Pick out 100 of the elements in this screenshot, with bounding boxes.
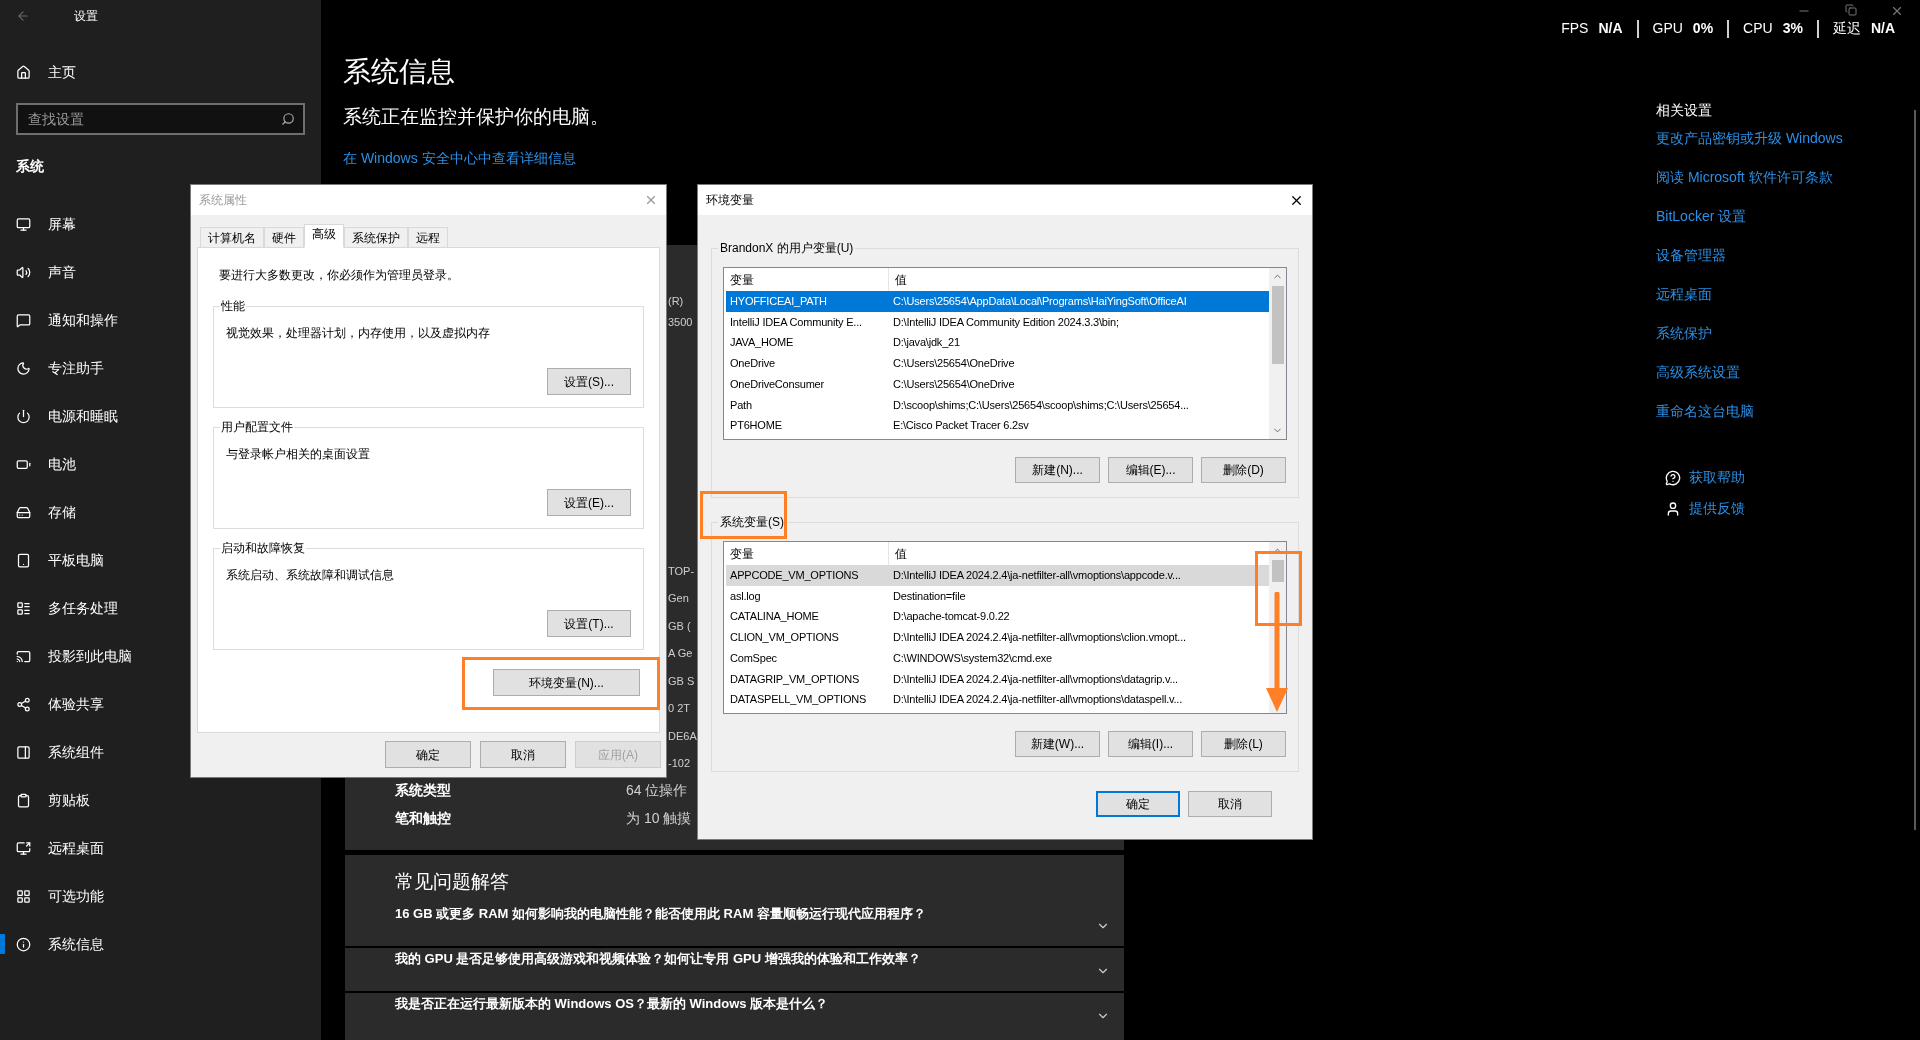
related-link[interactable]: 远程桌面 [1656,284,1712,305]
sidebar-item[interactable]: 多任务处理 [0,584,321,632]
metric-label: 延迟 [1832,19,1861,38]
variable-row[interactable]: JAVA_HOME D:\java\jdk_21 [726,332,1269,354]
info-icon [16,936,31,952]
variable-row[interactable]: DATASPELL_VM_OPTIONS D:\IntelliJ IDEA 2024.2.4\ja-netfilter-all\vmoptions\dataspell.v... [726,689,1269,710]
variable-row[interactable]: ComSpec C:\WINDOWS\system32\cmd.exe [726,647,1269,669]
variable-row[interactable]: HYOFFICEAI_PATH C:\Users\25654\AppData\Local\Programs\HaiYingSoft\OfficeAI [726,291,1269,312]
dialog-button[interactable]: 设置(T)... [547,610,631,637]
spec-value: 为 10 触摸 [626,808,692,828]
restore-icon[interactable] [1845,4,1857,16]
variable-row[interactable]: asl.log Destination=file [726,585,1269,607]
variable-row[interactable]: DATAGRIP_VM_OPTIONS D:\IntelliJ IDEA 2024.2.4\ja-netfilter-all\vmoptions\datagrip.v... [726,668,1269,690]
column-header[interactable]: 值 [889,542,1269,565]
dialog-button[interactable]: 删除(L) [1201,731,1286,757]
variable-row[interactable]: IntelliJ IDEA Community E... D:\IntelliJ IDEA Community Edition 2024.3.3\bin; [726,311,1269,333]
variable-row[interactable]: Path D:\scoop\shims;C:\Users\25654\scoop\shims;C:\Users\25654... [726,394,1269,416]
dialog-button[interactable]: 确定 [385,741,471,768]
drive-icon [16,504,31,520]
dialog-button[interactable]: 编辑(I)... [1108,731,1193,757]
spec-label: 笔和触控 [395,808,452,828]
clipped-value: Gen [668,591,689,606]
section-heading: 系统 [16,156,45,176]
clipped-value: GB ( [668,618,691,634]
sidebar-item[interactable]: 剪贴板 [0,776,321,824]
scrollbar[interactable] [1914,110,1916,830]
dialog-button[interactable]: 取消 [480,741,566,768]
search-field[interactable]: 查找设置 [16,103,305,135]
scroll-thumb[interactable] [1271,286,1284,364]
share-icon [16,696,31,712]
power-icon [16,408,31,424]
dialog-title: 系统属性 [199,192,247,209]
dialog-button[interactable]: 设置(E)... [547,489,631,516]
variable-row[interactable]: APPCODE_VM_OPTIONS D:\IntelliJ IDEA 2024.2.4\ja-netfilter-all\vmoptions\appcode.v... [726,565,1269,586]
security-link[interactable]: 在 Windows 安全中心中查看详细信息 [343,147,576,169]
clipped-value: TOP- [668,563,695,579]
tab[interactable]: 系统保护 [344,227,408,247]
support-link[interactable]: 提供反馈 [1689,498,1745,519]
clipped-value: 0 2T [668,701,690,716]
related-link[interactable]: 设备管理器 [1656,245,1726,266]
related-link[interactable]: BitLocker 设置 [1656,206,1747,227]
home-icon [16,64,31,80]
sidebar-item[interactable]: 投影到此电脑 [0,632,321,680]
dialog-button[interactable]: 新建(W)... [1015,731,1100,757]
clipped-value: 3500 [668,315,693,331]
related-link[interactable]: 高级系统设置 [1656,362,1740,383]
group-title: 用户配置文件 [220,419,294,435]
related-link[interactable]: 系统保护 [1656,323,1712,344]
dialog-button[interactable]: 新建(N)... [1015,457,1100,483]
related-link[interactable]: 更改产品密钥或升级 Windows [1656,128,1843,149]
variable-row[interactable]: OneDriveConsumer C:\Users\25654\OneDrive [726,373,1269,395]
home-item[interactable]: 主页 [0,56,321,88]
spec-label: 系统类型 [395,781,452,801]
scroll-thumb[interactable] [1271,560,1284,582]
speaker-icon [16,264,31,280]
sidebar-item[interactable]: 可选功能 [0,872,321,920]
support-link[interactable]: 获取帮助 [1689,467,1745,488]
faq-question[interactable]: 我的 GPU 是否足够使用高级游戏和视频体验？如何让专用 GPU 增强我的体验和工作效率？ [345,948,1124,993]
faq-question[interactable]: 16 GB 或更多 RAM 如何影响我的电脑性能？能否使用此 RAM 容量顺畅运行现代应用程序？ [345,903,1124,948]
window-title: 设置 [74,8,98,25]
clipboard-icon [16,792,31,808]
notice-text: 要进行大多数更改，你必须作为管理员登录。 [219,267,460,284]
sidebar-item[interactable]: 存储 [0,488,321,536]
related-link[interactable]: 重命名这台电脑 [1656,401,1754,422]
message-icon [16,312,31,328]
moon-icon [16,360,31,376]
tab[interactable]: 远程 [408,227,448,247]
sidebar-item[interactable]: 系统组件 [0,728,321,776]
dialog-button[interactable]: 环境变量(N)... [493,669,640,696]
tablet-icon [16,552,31,568]
faq-question[interactable]: 我是否正在运行最新版本的 Windows OS？最新的 Windows 版本是什么？ [345,993,1124,1038]
variable-row[interactable]: CLION_VM_OPTIONS D:\IntelliJ IDEA 2024.2.4\ja-netfilter-all\vmoptions\clion.vmopt... [726,627,1269,648]
column-header[interactable]: 值 [889,268,1269,291]
search-icon[interactable] [281,112,295,126]
faq-heading: 常见问题解答 [395,869,510,894]
metric-value: 0% [1692,19,1714,38]
tab[interactable]: 计算机名 [200,227,264,247]
sidebar-item[interactable]: 体验共享 [0,680,321,728]
scrollbar[interactable] [1269,268,1286,439]
sidebar-item[interactable]: 远程桌面 [0,824,321,872]
group-description: 视觉效果，处理器计划，内存使用，以及虚拟内存 [226,325,491,342]
variable-row[interactable]: PT6HOME E:\Cisco Packet Tracer 6.2sv [726,415,1269,436]
variable-row[interactable]: CATALINA_HOME D:\apache-tomcat-9.0.22 [726,606,1269,628]
tab[interactable]: 高级 [304,224,344,248]
layout-icon [16,600,31,616]
metric-label: GPU [1652,19,1683,38]
dialog-button[interactable]: 确定 [1096,791,1180,817]
related-link[interactable]: 阅读 Microsoft 软件许可条款 [1656,167,1833,188]
dialog-title: 环境变量 [706,192,754,209]
sidebar-item[interactable]: 专注助手 [0,344,321,392]
back-icon[interactable] [16,9,30,23]
dialog-button[interactable]: 删除(D) [1201,457,1286,483]
tab[interactable]: 硬件 [264,227,304,247]
dialog-button[interactable]: 编辑(E)... [1108,457,1193,483]
dialog-button[interactable]: 取消 [1188,791,1272,817]
variable-row[interactable]: OneDrive C:\Users\25654\OneDrive [726,353,1269,374]
metric-value: N/A [1870,19,1895,38]
panel-icon [16,744,31,760]
dialog-button[interactable]: 设置(S)... [547,368,631,395]
sidebar-item[interactable]: 系统信息 [0,920,321,968]
